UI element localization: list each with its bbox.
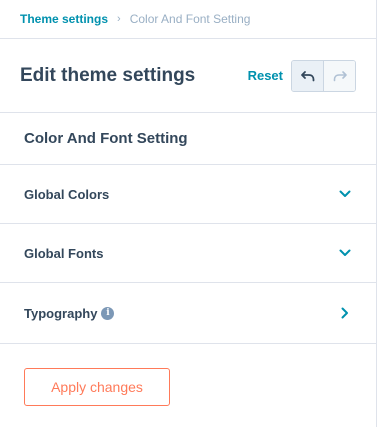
chevron-down-icon[interactable] <box>338 246 352 260</box>
global-fonts-row[interactable]: Global Fonts <box>0 224 376 283</box>
chevron-right-icon[interactable] <box>338 306 352 320</box>
global-colors-row[interactable]: Global Colors <box>0 165 376 224</box>
global-fonts-label: Global Fonts <box>24 245 104 261</box>
undo-button[interactable] <box>292 60 323 91</box>
redo-button[interactable] <box>323 60 355 91</box>
typography-label-group: Typography i <box>24 306 338 321</box>
breadcrumb-theme-settings-link[interactable]: Theme settings <box>20 12 108 26</box>
breadcrumb-separator: › <box>117 13 121 25</box>
breadcrumb-current: Color And Font Setting <box>129 12 251 26</box>
reset-button[interactable]: Reset <box>248 68 283 83</box>
undo-redo-group <box>291 59 356 92</box>
apply-changes-button[interactable]: Apply changes <box>24 368 170 406</box>
global-colors-label: Global Colors <box>24 186 110 202</box>
page-title: Edit theme settings <box>20 64 196 86</box>
panel-header: Edit theme settings Reset <box>0 39 376 113</box>
undo-icon <box>300 70 314 81</box>
typography-row[interactable]: Typography i <box>0 283 376 344</box>
theme-settings-panel: Theme settings › Color And Font Setting … <box>0 0 377 427</box>
info-icon[interactable]: i <box>101 306 115 320</box>
breadcrumb: Theme settings › Color And Font Setting <box>0 0 376 39</box>
section-title: Color And Font Setting <box>0 113 376 165</box>
panel-footer: Apply changes <box>0 344 376 406</box>
redo-icon <box>333 70 347 81</box>
chevron-down-icon[interactable] <box>338 187 352 201</box>
typography-label: Typography <box>24 305 98 321</box>
